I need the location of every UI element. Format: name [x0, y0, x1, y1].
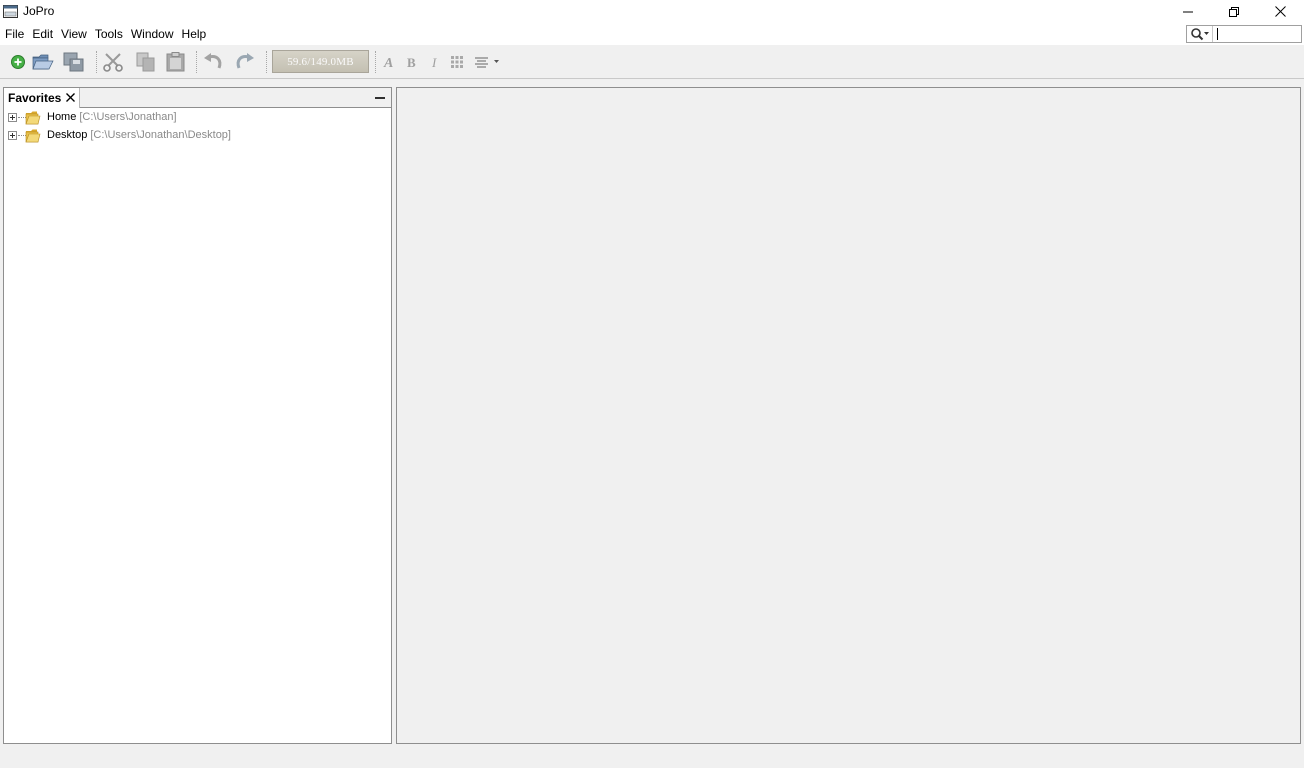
tab-favorites-label: Favorites [8, 91, 62, 105]
open-button[interactable] [31, 51, 55, 73]
redo-icon [236, 53, 254, 69]
minimize-button[interactable] [1165, 0, 1211, 23]
node-name: Desktop [47, 129, 88, 141]
app-window-icon [3, 5, 18, 18]
align-dropdown[interactable] [472, 51, 502, 73]
folder-icon [25, 111, 41, 125]
restore-icon [1229, 6, 1239, 17]
search-icon [1190, 28, 1209, 41]
close-icon[interactable] [65, 92, 76, 103]
search-box [1186, 25, 1302, 43]
tree-node-home[interactable]: Home [C:\Users\Jonathan] [4, 109, 391, 127]
menu-window[interactable]: Window [127, 23, 178, 45]
italic-icon: I [431, 55, 437, 70]
search-options-button[interactable] [1187, 26, 1213, 42]
node-name: Home [47, 111, 77, 123]
copy-icon [136, 52, 155, 72]
tree-node-label: Home [C:\Users\Jonathan] [47, 111, 177, 123]
text-caret [1217, 28, 1218, 40]
search-input[interactable] [1213, 27, 1297, 41]
svg-text:I: I [431, 55, 437, 70]
redo-button[interactable] [232, 51, 256, 73]
copy-button[interactable] [134, 51, 158, 73]
favorites-panel: Favorites Home [C:\Users\Jonathan] Deskt… [3, 87, 392, 744]
italic-button[interactable]: I [423, 51, 447, 73]
font-icon: A [383, 56, 393, 70]
paste-icon [166, 52, 185, 72]
save-all-button[interactable] [62, 51, 86, 73]
menu-tools[interactable]: Tools [91, 23, 127, 45]
toolbar: A B I [0, 45, 1304, 79]
favorites-tree: Home [C:\Users\Jonathan] Desktop [C:\Users… [4, 109, 391, 145]
minimize-panel-icon[interactable] [374, 92, 386, 104]
tree-node-desktop[interactable]: Desktop [C:\Users\Jonathan\Desktop] [4, 127, 391, 145]
bold-button[interactable]: B [400, 51, 424, 73]
open-folder-icon [32, 54, 54, 70]
close-icon [1274, 6, 1286, 17]
minimize-icon [1183, 11, 1193, 12]
toolbar-separator [96, 51, 97, 73]
menu-view[interactable]: View [57, 23, 91, 45]
expand-icon[interactable] [8, 131, 17, 140]
new-icon [11, 55, 25, 69]
tab-favorites[interactable]: Favorites [4, 88, 80, 108]
cut-button[interactable] [101, 51, 125, 73]
memory-indicator[interactable]: 59.6/149.0MB [272, 50, 369, 73]
favorites-header: Favorites [4, 88, 391, 108]
node-path: [C:\Users\Jonathan] [79, 111, 177, 123]
menu-edit[interactable]: Edit [28, 23, 57, 45]
bold-icon: B [407, 55, 416, 70]
menu-file[interactable]: File [1, 23, 28, 45]
folder-icon [25, 129, 41, 143]
grid-button[interactable] [445, 51, 469, 73]
menu-help[interactable]: Help [178, 23, 211, 45]
title-bar: JoPro [0, 0, 1304, 23]
cut-icon [103, 53, 123, 72]
new-button[interactable] [6, 51, 30, 73]
grid-icon [451, 56, 463, 68]
undo-button[interactable] [202, 51, 226, 73]
window-title: JoPro [23, 4, 55, 18]
toolbar-separator [196, 51, 197, 73]
svg-text:B: B [407, 55, 416, 70]
svg-text:A: A [383, 56, 393, 70]
menu-bar: File Edit View Tools Window Help [0, 23, 1304, 45]
undo-icon [204, 53, 222, 69]
expand-icon[interactable] [8, 113, 17, 122]
node-path: [C:\Users\Jonathan\Desktop] [90, 129, 231, 141]
restore-button[interactable] [1211, 0, 1257, 23]
editor-area[interactable] [396, 87, 1301, 744]
align-icon [475, 57, 499, 68]
close-button[interactable] [1257, 0, 1303, 23]
font-button[interactable]: A [377, 51, 401, 73]
paste-button[interactable] [164, 51, 188, 73]
tree-node-label: Desktop [C:\Users\Jonathan\Desktop] [47, 129, 231, 141]
toolbar-separator [375, 51, 376, 73]
save-all-icon [63, 52, 84, 72]
toolbar-separator [266, 51, 267, 73]
